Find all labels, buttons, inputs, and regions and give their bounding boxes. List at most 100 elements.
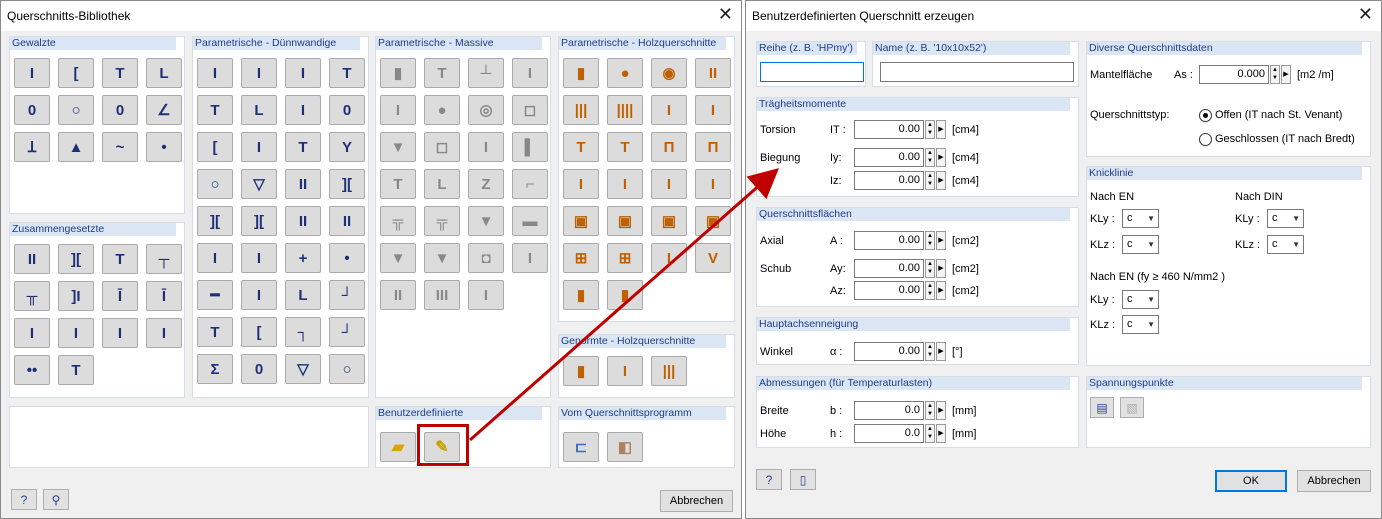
duennwandige-section-button[interactable]: Σ	[197, 354, 233, 384]
iz-input[interactable]: 0.00	[854, 171, 924, 190]
duennwandige-section-button[interactable]: T	[329, 58, 365, 88]
alpha-more[interactable]: ▶	[936, 342, 946, 361]
massive-section-button[interactable]: ▼	[380, 132, 416, 162]
holz-section-button[interactable]: ⊞	[607, 243, 643, 273]
duennwandige-section-button[interactable]: I	[241, 280, 277, 310]
massive-section-button[interactable]: ◘	[468, 243, 504, 273]
massive-section-button[interactable]: II	[380, 280, 416, 310]
massive-section-button[interactable]: ▼	[380, 243, 416, 273]
h-input[interactable]: 0.0	[854, 424, 924, 443]
iz-more[interactable]: ▶	[936, 171, 946, 190]
duennwandige-section-button[interactable]: I	[285, 58, 321, 88]
stress-points-button[interactable]: ▤	[1090, 397, 1114, 418]
iy-spinner[interactable]: ▲ ▼	[925, 148, 935, 167]
holz-section-button[interactable]: I	[695, 95, 731, 125]
genormte-section-button[interactable]: ▮	[563, 356, 599, 386]
massive-section-button[interactable]: III	[424, 280, 460, 310]
gewalzte-section-button[interactable]: ▲	[58, 132, 94, 162]
gewalzte-section-button[interactable]: ~	[102, 132, 138, 162]
massive-section-button[interactable]: ┴	[468, 58, 504, 88]
massive-section-button[interactable]: ▼	[468, 206, 504, 236]
massive-section-button[interactable]: ╦	[380, 206, 416, 236]
duennwandige-section-button[interactable]: II	[285, 206, 321, 236]
duennwandige-section-button[interactable]: +	[285, 243, 321, 273]
help-button[interactable]: ?	[756, 469, 782, 490]
duennwandige-section-button[interactable]: ┘	[329, 317, 365, 347]
holz-section-button[interactable]: II	[695, 58, 731, 88]
genormte-section-button[interactable]: |||	[651, 356, 687, 386]
holz-section-button[interactable]: I	[651, 95, 687, 125]
massive-section-button[interactable]: ▼	[424, 243, 460, 273]
holz-section-button[interactable]: ▮	[563, 280, 599, 310]
geschlossen-label[interactable]: Geschlossen (IT nach Bredt)	[1215, 133, 1355, 145]
duennwandige-section-button[interactable]: L	[285, 280, 321, 310]
gewalzte-section-button[interactable]: T	[102, 58, 138, 88]
h-more[interactable]: ▶	[936, 424, 946, 443]
holz-section-button[interactable]: ▣	[607, 206, 643, 236]
massive-section-button[interactable]: I	[468, 280, 504, 310]
massive-section-button[interactable]: T	[424, 58, 460, 88]
massive-section-button[interactable]: I	[380, 95, 416, 125]
as-spinner[interactable]: ▲ ▼	[1270, 65, 1280, 84]
duennwandige-section-button[interactable]: I	[285, 95, 321, 125]
zusammengesetzte-section-button[interactable]: I	[58, 318, 94, 348]
section-program-button[interactable]: ⊏	[563, 432, 599, 462]
duennwandige-section-button[interactable]: ○	[329, 354, 365, 384]
zusammengesetzte-section-button[interactable]: ]I	[58, 281, 94, 311]
ok-button[interactable]: OK	[1215, 470, 1287, 492]
ay-more[interactable]: ▶	[936, 259, 946, 278]
duennwandige-section-button[interactable]: ▽	[241, 169, 277, 199]
massive-section-button[interactable]: ▮	[380, 58, 416, 88]
iy-input[interactable]: 0.00	[854, 148, 924, 167]
close-icon[interactable]: ✕	[1358, 4, 1373, 25]
offen-radio[interactable]	[1199, 109, 1212, 122]
gewalzte-section-button[interactable]: ○	[58, 95, 94, 125]
en-kly-select[interactable]: c ▼	[1122, 209, 1159, 228]
holz-section-button[interactable]: ||||	[607, 95, 643, 125]
massive-section-button[interactable]: I	[512, 243, 548, 273]
az-more[interactable]: ▶	[936, 281, 946, 300]
duennwandige-section-button[interactable]: 0	[241, 354, 277, 384]
massive-section-button[interactable]: ▌	[512, 132, 548, 162]
geschlossen-radio[interactable]	[1199, 133, 1212, 146]
holz-section-button[interactable]: ⊞	[563, 243, 599, 273]
duennwandige-section-button[interactable]: ][	[241, 206, 277, 236]
duennwandige-section-button[interactable]: T	[285, 132, 321, 162]
cancel-button[interactable]: Abbrechen	[660, 490, 733, 512]
gewalzte-section-button[interactable]: Ʇ	[14, 132, 50, 162]
massive-section-button[interactable]: ◻	[512, 95, 548, 125]
torsion-more[interactable]: ▶	[936, 120, 946, 139]
holz-section-button[interactable]: ▣	[651, 206, 687, 236]
zusammengesetzte-section-button[interactable]: Ī	[102, 281, 138, 311]
cube-button[interactable]: ◧	[607, 432, 643, 462]
holz-section-button[interactable]: I	[651, 243, 687, 273]
b-spinner[interactable]: ▲ ▼	[925, 401, 935, 420]
duennwandige-section-button[interactable]: I	[241, 58, 277, 88]
zusammengesetzte-section-button[interactable]: I	[146, 318, 182, 348]
duennwandige-section-button[interactable]: II	[285, 169, 321, 199]
alpha-input[interactable]: 0.00	[854, 342, 924, 361]
massive-section-button[interactable]: I	[468, 132, 504, 162]
duennwandige-section-button[interactable]: ┐	[285, 317, 321, 347]
gewalzte-section-button[interactable]: L	[146, 58, 182, 88]
h-spinner[interactable]: ▲ ▼	[925, 424, 935, 443]
book-button[interactable]: ▯	[790, 469, 816, 490]
duennwandige-section-button[interactable]: I	[241, 243, 277, 273]
duennwandige-section-button[interactable]: II	[329, 206, 365, 236]
gewalzte-section-button[interactable]: 0	[14, 95, 50, 125]
torsion-spinner[interactable]: ▲ ▼	[925, 120, 935, 139]
zusammengesetzte-section-button[interactable]: ╥	[14, 281, 50, 311]
zusammengesetzte-section-button[interactable]: Ī	[146, 281, 182, 311]
as-input[interactable]: 0.000	[1199, 65, 1269, 84]
massive-section-button[interactable]: ▬	[512, 206, 548, 236]
duennwandige-section-button[interactable]: ━	[197, 280, 233, 310]
cancel-button[interactable]: Abbrechen	[1297, 470, 1371, 492]
holz-section-button[interactable]: V	[695, 243, 731, 273]
duennwandige-section-button[interactable]: [	[241, 317, 277, 347]
duennwandige-section-button[interactable]: T	[197, 95, 233, 125]
en-klz-select[interactable]: c ▼	[1122, 235, 1159, 254]
holz-section-button[interactable]: T	[607, 132, 643, 162]
holz-section-button[interactable]: ●	[607, 58, 643, 88]
zusammengesetzte-section-button[interactable]: ••	[14, 355, 50, 385]
a-input[interactable]: 0.00	[854, 231, 924, 250]
